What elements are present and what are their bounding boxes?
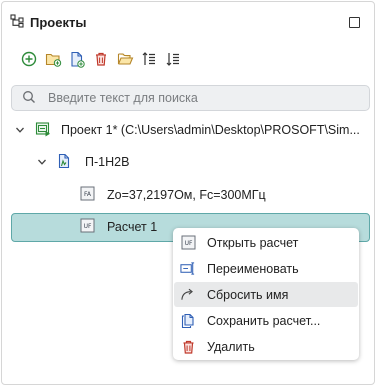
sort-ascending-icon[interactable] <box>140 50 158 68</box>
tree-item-label: Zo=37,2197Ом, Fc=300МГц <box>107 188 266 202</box>
menu-item-label: Переименовать <box>207 261 299 276</box>
menu-item-label: Сохранить расчет... <box>207 313 321 328</box>
reset-arrow-icon <box>180 287 196 303</box>
toolbar <box>20 50 182 68</box>
panel-header: Проекты <box>10 12 86 32</box>
element-file-icon <box>57 153 72 172</box>
menu-item-rename[interactable]: Переименовать <box>174 256 358 281</box>
search-icon <box>22 90 36 107</box>
fa-badge-icon: FA <box>80 186 95 204</box>
tree-item-parameter[interactable]: FA Zo=37,2197Ом, Fc=300МГц <box>80 185 266 205</box>
panel-title: Проекты <box>30 14 87 30</box>
menu-item-label: Удалить <box>207 339 255 354</box>
tree-item-label: Расчет 1 <box>107 220 158 234</box>
open-folder-icon[interactable] <box>116 50 134 68</box>
menu-item-label: Открыть расчет <box>207 235 299 250</box>
projects-panel: Проекты Введите текст для поиска Проект … <box>1 1 375 385</box>
tree-item-calculation[interactable]: UF Расчет 1 <box>80 217 157 237</box>
menu-item-save-calculation[interactable]: Сохранить расчет... <box>174 308 358 333</box>
chevron-down-icon[interactable] <box>36 156 48 168</box>
tree-item-label: П-1Н2В <box>85 155 130 169</box>
delete-icon <box>180 339 196 355</box>
svg-text:UF: UF <box>184 240 192 247</box>
add-circle-icon[interactable] <box>20 50 38 68</box>
svg-text:UF: UF <box>84 223 92 230</box>
chevron-down-icon[interactable] <box>14 124 26 136</box>
svg-text:FA: FA <box>84 191 92 198</box>
context-menu: UF Открыть расчет Переименовать Сбросить… <box>173 228 359 360</box>
save-icon <box>180 313 196 329</box>
sort-descending-icon[interactable] <box>164 50 182 68</box>
menu-item-label: Сбросить имя <box>207 287 289 302</box>
project-icon <box>35 121 51 140</box>
add-folder-icon[interactable] <box>44 50 62 68</box>
tree-item-label: Проект 1* (C:\Users\admin\Desktop\PROSOF… <box>61 123 360 137</box>
menu-item-open-calculation[interactable]: UF Открыть расчет <box>174 230 358 255</box>
uf-badge-icon: UF <box>80 218 95 236</box>
maximize-icon[interactable] <box>349 17 360 28</box>
search-input[interactable] <box>46 90 350 106</box>
menu-item-reset-name[interactable]: Сбросить имя <box>174 282 358 307</box>
uf-badge-icon: UF <box>180 235 196 251</box>
menu-item-delete[interactable]: Удалить <box>174 334 358 359</box>
tree-item-element[interactable]: П-1Н2В <box>36 152 129 172</box>
delete-icon[interactable] <box>92 50 110 68</box>
structure-icon <box>10 13 24 31</box>
rename-icon <box>180 261 196 277</box>
add-file-icon[interactable] <box>68 50 86 68</box>
search-box <box>11 85 370 111</box>
tree-item-project[interactable]: Проект 1* (C:\Users\admin\Desktop\PROSOF… <box>14 120 360 140</box>
